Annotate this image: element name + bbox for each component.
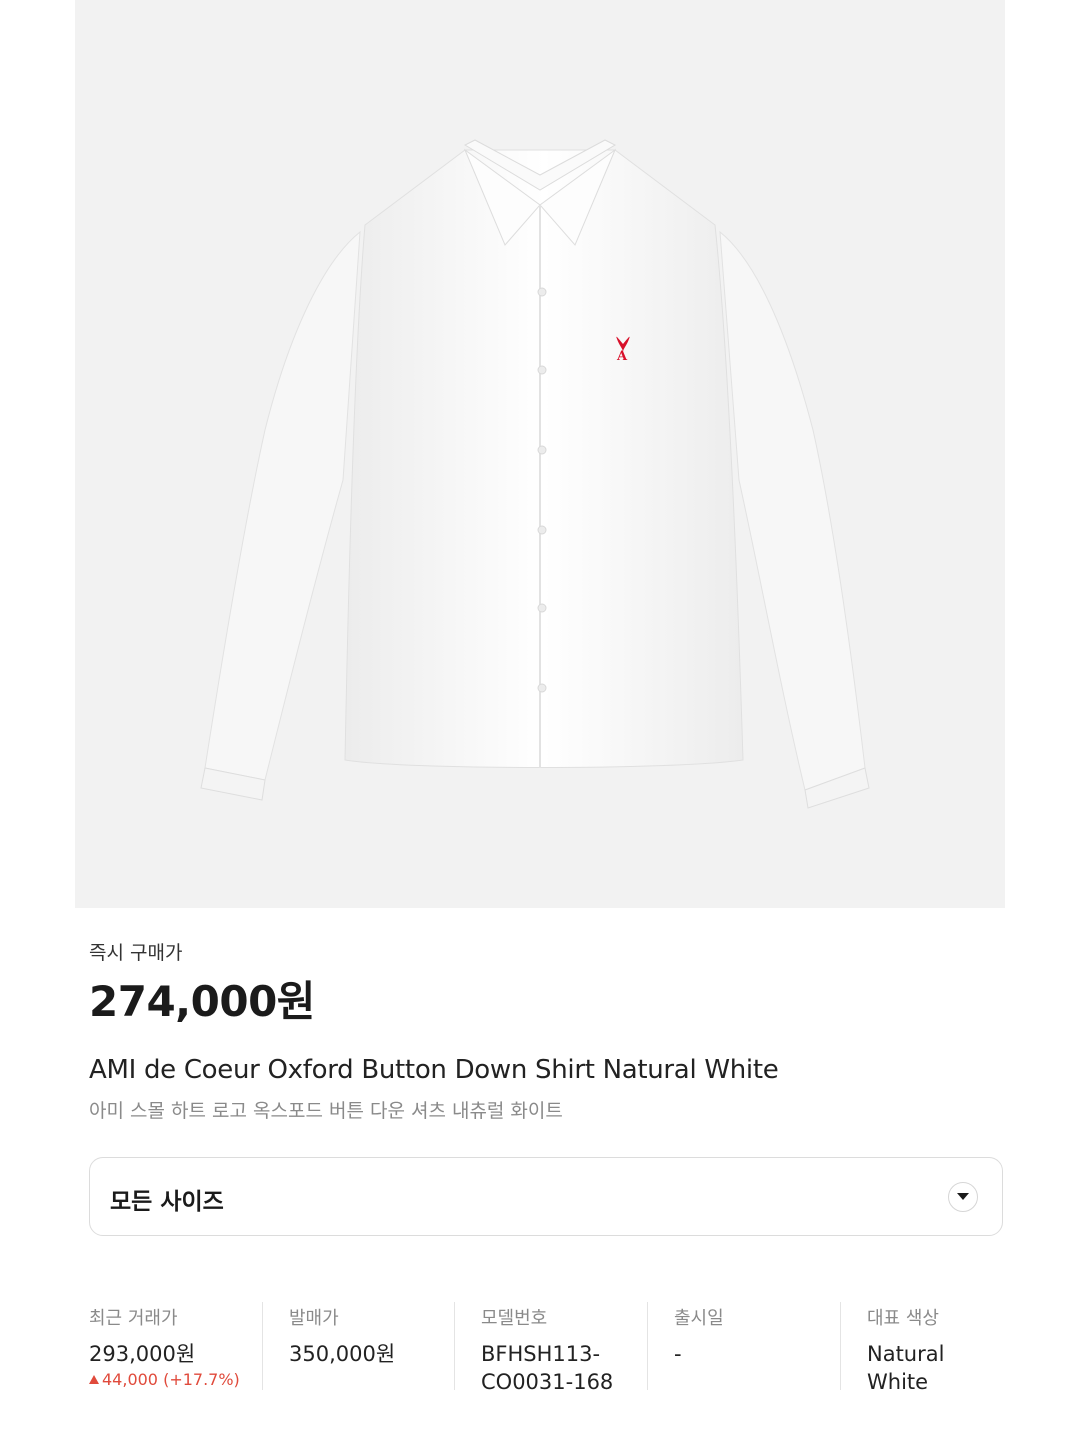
stat-color: 대표 색상 Natural White	[840, 1302, 1003, 1394]
model-number-line1: BFHSH113-	[481, 1342, 601, 1366]
size-select[interactable]: 모든 사이즈	[89, 1157, 1003, 1236]
product-image[interactable]: A	[75, 0, 1005, 908]
instant-buy-price-label: 즉시 구매가	[89, 942, 183, 964]
stat-recent-price-label: 최근 거래가	[89, 1308, 178, 1329]
stat-color-label: 대표 색상	[867, 1308, 939, 1329]
instant-buy-price: 274,000원	[89, 977, 315, 1026]
stat-release-price: 발매가 350,000원	[262, 1302, 454, 1390]
product-name-en: AMI de Coeur Oxford Button Down Shirt Na…	[89, 1055, 779, 1085]
stat-release-price-value: 350,000원	[289, 1342, 396, 1366]
color-line2: White	[867, 1370, 929, 1394]
product-page: A 즉시 구매가 274,000원 AMI de Coeur Oxford Bu…	[0, 0, 1080, 1440]
divider	[647, 1302, 648, 1390]
model-number-line2: CO0031-168	[481, 1370, 614, 1394]
stat-recent-price-change-text: 44,000 (+17.7%)	[102, 1370, 240, 1389]
stat-recent-price: 최근 거래가 293,000원 44,000 (+17.7%)	[89, 1302, 259, 1390]
stat-release-date-label: 출시일	[674, 1308, 724, 1329]
divider	[840, 1302, 841, 1390]
divider	[262, 1302, 263, 1390]
svg-text:A: A	[616, 349, 628, 364]
stat-release-date-value: -	[674, 1342, 682, 1366]
stat-model-number-value: BFHSH113- CO0031-168	[481, 1340, 646, 1396]
product-name-ko: 아미 스몰 하트 로고 옥스포드 버튼 다운 셔츠 내츄럴 화이트	[89, 1100, 563, 1122]
product-stats: 최근 거래가 293,000원 44,000 (+17.7%) 발매가 350,…	[89, 1302, 1003, 1394]
stat-release-price-label: 발매가	[289, 1308, 339, 1329]
up-triangle-icon	[89, 1375, 99, 1384]
size-select-label: 모든 사이즈	[110, 1189, 224, 1215]
chevron-down-icon[interactable]	[948, 1182, 978, 1212]
stat-model-number: 모델번호 BFHSH113- CO0031-168	[454, 1302, 646, 1394]
stat-recent-price-change: 44,000 (+17.7%)	[89, 1370, 259, 1389]
stat-model-number-label: 모델번호	[481, 1308, 548, 1329]
shirt-illustration: A	[200, 139, 870, 809]
stat-color-value: Natural White	[867, 1340, 1003, 1396]
color-line1: Natural	[867, 1342, 945, 1366]
stat-recent-price-value: 293,000원	[89, 1342, 196, 1366]
divider	[454, 1302, 455, 1390]
stat-release-date: 출시일 -	[647, 1302, 839, 1390]
